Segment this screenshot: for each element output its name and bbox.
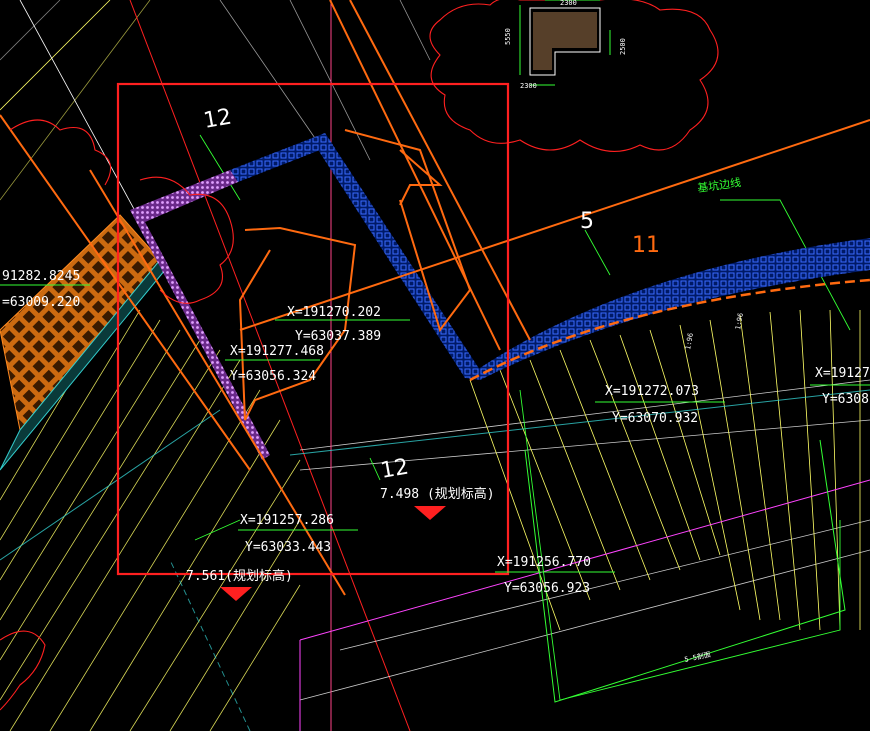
tree-outlines: [0, 0, 719, 711]
dim-slope-1: 1:96: [684, 332, 695, 350]
elevation-marker-1: [414, 506, 446, 520]
blue-wall-top: [230, 133, 333, 182]
magenta-cyan-lines: [0, 0, 870, 731]
label-12-top: 12: [202, 104, 234, 133]
dim-2500: 2500: [619, 38, 627, 55]
cad-drawing: X=191270.202 Y=63037.389 X=191277.468 Y=…: [0, 0, 870, 731]
cad-drawing-canvas[interactable]: X=191270.202 Y=63037.389 X=191277.468 Y=…: [0, 0, 870, 731]
dim-slope-2: 1:96: [734, 312, 745, 330]
dim-2300-top: 2300: [560, 0, 577, 7]
hand-mark: 11: [632, 233, 660, 258]
dim-2300-bottom: 2300: [520, 82, 537, 90]
elevation-label-2: 7.561(规划标高): [186, 568, 293, 584]
dim-5550: 5550: [504, 28, 512, 45]
label-5: 5: [580, 209, 594, 234]
section-label: 5-5剖面: [684, 650, 712, 664]
coord-6-x: 91282.8245: [2, 269, 80, 284]
coord-1-y: Y=63037.389: [295, 329, 381, 344]
coord-5-y: Y=63056.923: [504, 581, 590, 596]
label-12-bottom: 12: [379, 454, 411, 483]
dim-detail: [519, 0, 611, 86]
coord-4-y: Y=63033.443: [245, 540, 331, 555]
green-lines: [194, 134, 851, 701]
coord-2-y: Y=63056.324: [230, 369, 316, 384]
coord-3-x: X=191272.073: [605, 384, 699, 399]
elevation-label-1: 7.498 (规划标高): [380, 486, 495, 502]
coord-6-y: =63009.220: [2, 295, 80, 310]
coord-4-x: X=191257.286: [240, 513, 334, 528]
coord-5-x: X=191256.770: [497, 555, 591, 570]
pink-wall: [130, 170, 270, 460]
pit-edge-label: 基坑边线: [696, 175, 742, 195]
right-lines: [299, 379, 870, 701]
coord-7-y: Y=6308: [822, 392, 869, 407]
coord-3-y: Y=63070.932: [612, 411, 698, 426]
coord-2-x: X=191277.468: [230, 344, 324, 359]
coord-1-x: X=191270.202: [287, 305, 381, 320]
elevation-marker-2: [220, 587, 252, 601]
coord-7-x: X=19127: [815, 366, 870, 381]
